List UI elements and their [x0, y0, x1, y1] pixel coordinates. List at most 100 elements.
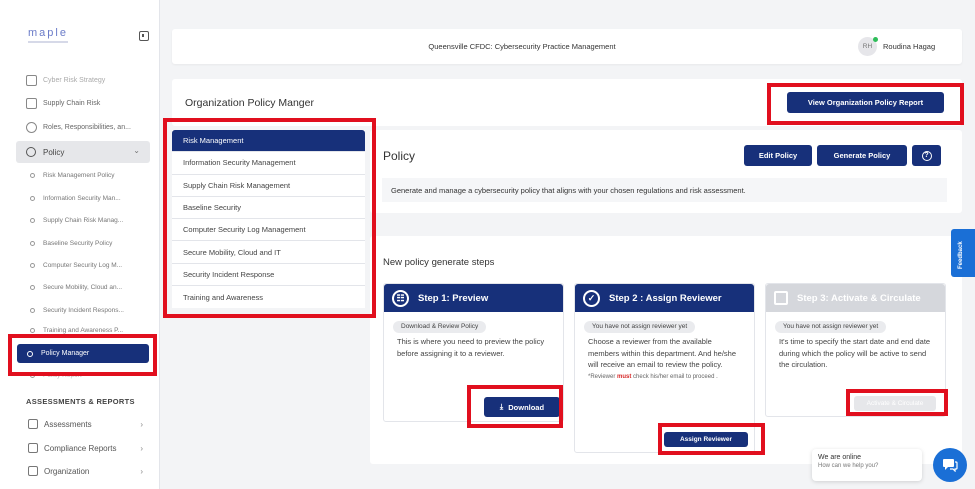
- sidebar-subitem-computer-security-log[interactable]: Computer Security Log M...: [30, 262, 122, 269]
- policy-heading: Policy: [383, 149, 416, 163]
- sidebar-item-label: Cyber Risk Strategy: [43, 77, 106, 84]
- sidebar-subitem-secure-mobility[interactable]: Secure Mobility, Cloud an...: [30, 284, 122, 291]
- chat-title: We are online: [818, 454, 862, 461]
- policy-description: Generate and manage a cybersecurity poli…: [382, 178, 947, 202]
- step1-description: This is where you need to preview the po…: [397, 337, 545, 358]
- step2-body: You have not assign reviewer yet Choose …: [575, 312, 754, 389]
- logo-tagline: [28, 41, 68, 43]
- policy-list-item-risk-management[interactable]: Risk Management: [172, 130, 365, 153]
- step1-body: Download & Review Policy This is where y…: [384, 312, 563, 367]
- sidebar-item-organization[interactable]: Organization ›: [28, 466, 143, 476]
- bullet-icon: [30, 285, 35, 290]
- policy-steps-panel: New policy generate steps ☷ Step 1: Prev…: [370, 236, 962, 464]
- policy-list-item-training-awareness[interactable]: Training and Awareness: [172, 286, 365, 308]
- org-policy-panel: Organization Policy Manger View Organiza…: [172, 79, 962, 126]
- step3-card: Step 3: Activate & Circulate You have no…: [765, 283, 946, 417]
- sidebar: maple Cyber Risk Strategy Supply Chain R…: [0, 0, 160, 489]
- help-button[interactable]: ?: [912, 145, 941, 166]
- step2-card: ✓ Step 2 : Assign Reviewer You have not …: [574, 283, 755, 453]
- calendar-icon: [774, 291, 788, 305]
- bullet-icon: [30, 196, 35, 201]
- sidebar-subitem-label: Computer Security Log M...: [43, 262, 123, 269]
- sidebar-collapse-icon[interactable]: [139, 31, 149, 41]
- sidebar-item-label: Supply Chain Risk: [43, 100, 101, 107]
- step2-title: Step 2 : Assign Reviewer: [609, 292, 722, 304]
- sidebar-subitem-supply-chain[interactable]: Supply Chain Risk Manag...: [30, 217, 123, 224]
- download-button[interactable]: ⤓ Download: [484, 397, 560, 417]
- sidebar-item-cyber-risk-strategy[interactable]: Cyber Risk Strategy: [26, 75, 105, 86]
- steps-title: New policy generate steps: [383, 257, 495, 268]
- chat-launcher-button[interactable]: [933, 448, 967, 482]
- download-icon: ⤓: [499, 402, 504, 411]
- bullet-icon: [30, 241, 35, 246]
- sidebar-item-roles[interactable]: Roles, Responsibilities, an...: [26, 122, 131, 133]
- chat-subtitle: How can we help you?: [818, 463, 879, 469]
- step1-status-pill: Download & Review Policy: [393, 321, 487, 333]
- top-header: Queensville CFDC: Cybersecurity Practice…: [172, 29, 962, 64]
- chevron-right-icon: ›: [140, 466, 143, 476]
- step2-description: Choose a reviewer from the available mem…: [588, 337, 736, 369]
- sidebar-subitem-information-security[interactable]: Information Security Man...: [30, 195, 121, 202]
- sidebar-subitem-security-incident[interactable]: Security Incident Respons...: [30, 307, 124, 314]
- sidebar-group-label: Policy: [43, 147, 65, 157]
- step2-status-pill: You have not assign reviewer yet: [584, 321, 696, 333]
- view-org-policy-report-button[interactable]: View Organization Policy Report: [787, 92, 944, 113]
- chat-bubble-icon: [943, 459, 958, 472]
- lightbulb-icon: [26, 75, 37, 86]
- sidebar-subitem-label: Secure Mobility, Cloud an...: [43, 284, 122, 291]
- sidebar-item-label: Compliance Reports: [44, 443, 117, 453]
- sidebar-item-label: Organization: [44, 466, 90, 476]
- chat-popup[interactable]: We are online How can we help you?: [812, 449, 922, 481]
- bullet-icon: [27, 350, 33, 357]
- sidebar-subitem-label: Information Security Man...: [43, 195, 121, 202]
- step2-note: *Reviewer must check his/her email to pr…: [588, 373, 741, 381]
- sidebar-item-label: Roles, Responsibilities, an...: [43, 124, 131, 131]
- sidebar-subitem-label: Security Incident Respons...: [43, 307, 124, 314]
- activate-circulate-button[interactable]: Activate & Circulate: [854, 396, 936, 411]
- sidebar-item-policy-manager[interactable]: Policy Manager: [17, 344, 149, 363]
- sidebar-subitem-label: Policy Report: [43, 372, 82, 379]
- bullet-icon: [30, 173, 35, 178]
- bullet-icon: [30, 263, 35, 268]
- checkmark-icon: ✓: [583, 289, 600, 307]
- policy-list-item-information-security[interactable]: Information Security Management: [172, 152, 365, 175]
- step2-header: ✓ Step 2 : Assign Reviewer: [575, 284, 754, 312]
- sidebar-item-assessments[interactable]: Assessments ›: [28, 419, 143, 429]
- sidebar-item-supply-chain-risk[interactable]: Supply Chain Risk: [26, 98, 100, 109]
- chevron-down-icon: ⌄: [133, 146, 140, 155]
- note-prefix: *Reviewer: [588, 373, 618, 380]
- sidebar-subitem-risk-management[interactable]: Risk Management Policy: [30, 172, 115, 179]
- sidebar-item-compliance-reports[interactable]: Compliance Reports ›: [28, 443, 143, 453]
- edit-policy-button[interactable]: Edit Policy: [744, 145, 812, 166]
- policy-list-item-supply-chain[interactable]: Supply Chain Risk Management: [172, 175, 365, 197]
- bullet-icon: [30, 218, 35, 223]
- user-name[interactable]: Roudina Hagag: [883, 42, 935, 51]
- page-title: Queensville CFDC: Cybersecurity Practice…: [428, 42, 616, 51]
- generate-policy-button[interactable]: Generate Policy: [817, 145, 907, 166]
- step1-header: ☷ Step 1: Preview: [384, 284, 563, 312]
- sidebar-subitem-policy-report[interactable]: Policy Report: [30, 372, 82, 379]
- feedback-tab[interactable]: Feedback: [951, 229, 975, 277]
- globe-icon: ☷: [392, 289, 409, 307]
- sidebar-group-policy[interactable]: Policy ⌄: [16, 141, 150, 163]
- sidebar-subitem-baseline-security[interactable]: Baseline Security Policy: [30, 240, 112, 247]
- policy-list-item-computer-security-log[interactable]: Computer Security Log Management: [172, 219, 365, 242]
- policy-list-item-secure-mobility[interactable]: Secure Mobility, Cloud and IT: [172, 241, 365, 264]
- policy-list-item-security-incident[interactable]: Security Incident Response: [172, 264, 365, 287]
- building-icon: [28, 466, 38, 476]
- note-must: must: [617, 373, 632, 380]
- sidebar-subitem-label: Risk Management Policy: [43, 172, 115, 179]
- assign-reviewer-button[interactable]: Assign Reviewer: [664, 432, 748, 447]
- report-icon: [28, 443, 38, 453]
- app-logo[interactable]: maple: [28, 27, 68, 39]
- chain-icon: [26, 98, 37, 109]
- sidebar-section-heading: ASSESSMENTS & REPORTS: [26, 397, 135, 406]
- step1-card: ☷ Step 1: Preview Download & Review Poli…: [383, 283, 564, 422]
- shield-icon: [26, 147, 36, 157]
- clipboard-icon: [28, 419, 38, 429]
- policy-list-item-baseline-security[interactable]: Baseline Security: [172, 197, 365, 220]
- sidebar-subitem-training-awareness[interactable]: Training and Awareness P...: [30, 327, 123, 334]
- policy-type-list: Risk Management Information Security Man…: [172, 130, 365, 308]
- step1-title: Step 1: Preview: [418, 292, 489, 304]
- feedback-label: Feedback: [958, 241, 964, 269]
